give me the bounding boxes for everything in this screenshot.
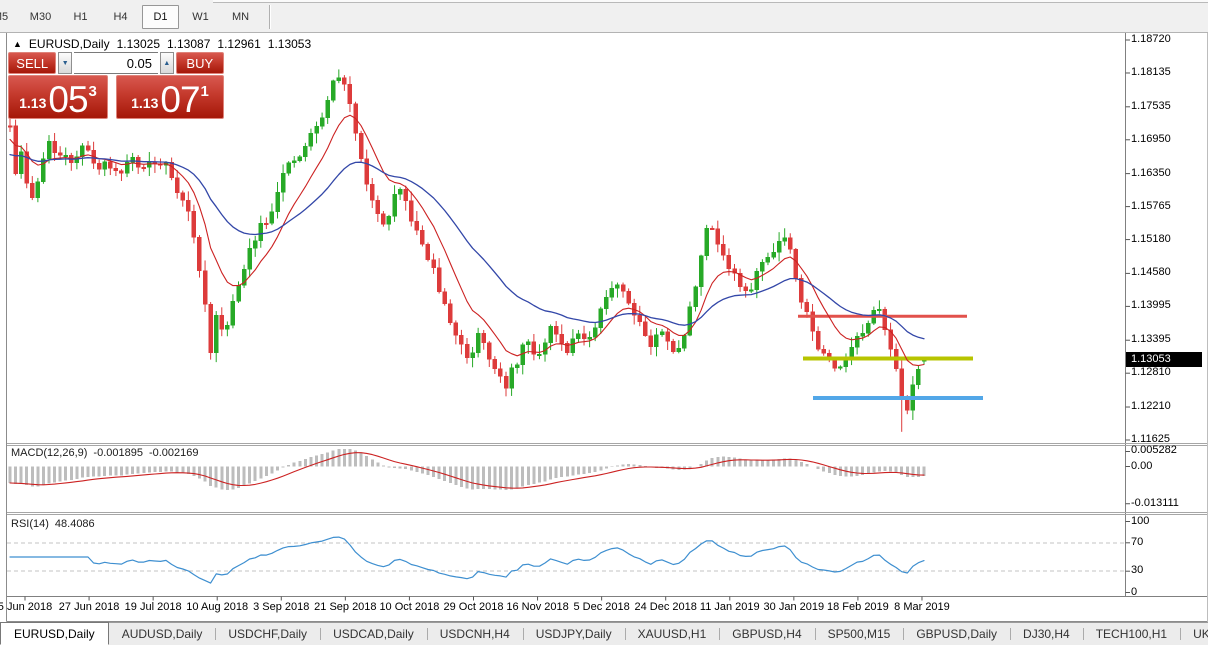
timeframe-button-w1[interactable]: W1 [182, 5, 219, 29]
macd-label: MACD(12,26,9) -0.001895 -0.002169 [11, 447, 199, 459]
date-axis-label: 18 Feb 2019 [827, 601, 889, 613]
date-axis-label: 30 Jan 2019 [764, 601, 825, 613]
price-axis-label: 1.15765 [1131, 200, 1171, 212]
chart-tab-eurusd-daily[interactable]: EURUSD,Daily [0, 622, 109, 645]
title-high: 1.13087 [167, 37, 210, 51]
price-axis-label: 1.15180 [1131, 233, 1171, 245]
date-axis-label: 8 Mar 2019 [894, 601, 950, 613]
price-axis-label: 1.18135 [1131, 66, 1171, 78]
macd-scale-label: 0.00 [1131, 460, 1152, 472]
title-symbol: EURUSD,Daily [29, 37, 110, 51]
chart-tab-usdcad-daily[interactable]: USDCAD,Daily [320, 623, 427, 645]
chart-tab-usdchf-daily[interactable]: USDCHF,Daily [215, 623, 320, 645]
window-collapse-icon[interactable]: ▲ [13, 39, 22, 49]
timeframe-toolbar: M5M30H1H4D1W1MN [0, 0, 1208, 33]
chart-tab-bar: EURUSD,DailyAUDUSD,DailyUSDCHF,DailyUSDC… [0, 622, 1208, 645]
buy-price-sup: 1 [201, 83, 209, 100]
chart-tabs: EURUSD,DailyAUDUSD,DailyUSDCHF,DailyUSDC… [0, 623, 1208, 645]
lot-size-input[interactable] [74, 52, 158, 74]
price-axis-label: 1.14580 [1131, 266, 1171, 278]
mt4-terminal: M5M30H1H4D1W1MN ▲ EURUSD,Daily 1.13025 1… [0, 0, 1208, 645]
date-axis-label: 10 Aug 2018 [186, 601, 248, 613]
lot-increase-button[interactable]: ▲ [160, 52, 174, 74]
date-axis-label: 27 Jun 2018 [59, 601, 120, 613]
chart-tab-usdjpy-daily[interactable]: USDJPY,Daily [523, 623, 625, 645]
buy-price-main: 1.13 [131, 96, 158, 115]
chart-tab-gbpusd-daily[interactable]: GBPUSD,Daily [903, 623, 1010, 645]
chart-tab-gbpusd-h4[interactable]: GBPUSD,H4 [719, 623, 814, 645]
macd-scale-label: -0.013111 [1131, 497, 1179, 509]
date-axis-label: 11 Jan 2019 [700, 601, 760, 613]
timeframe-button-h1[interactable]: H1 [62, 5, 99, 29]
chart-tab-usdcnh-h4[interactable]: USDCNH,H4 [427, 623, 523, 645]
sell-price-sup: 3 [89, 83, 97, 100]
toolbar-separator [269, 5, 270, 29]
rsi-label: RSI(14) 48.4086 [11, 518, 95, 530]
timeframe-button-mn[interactable]: MN [222, 5, 259, 29]
chart-tab-sp500-m15[interactable]: SP500,M15 [815, 623, 904, 645]
date-axis-label: 10 Oct 2018 [379, 601, 439, 613]
price-axis-label: 1.16950 [1131, 133, 1171, 145]
current-price-tag: 1.13053 [1126, 352, 1202, 367]
timeframe-button-m5[interactable]: M5 [0, 5, 19, 29]
date-axis-label: 5 Jun 2018 [0, 601, 52, 613]
timeframe-button-d1[interactable]: D1 [142, 5, 179, 29]
macd-scale-label: 0.005282 [1131, 444, 1177, 456]
sell-price-button[interactable]: 1.13 05 3 [8, 75, 108, 119]
price-axis-label: 1.13995 [1131, 299, 1171, 311]
title-close: 1.13053 [268, 37, 311, 51]
sell-price-big: 05 [48, 85, 87, 115]
one-click-trading-panel: SELL ▼ ▲ BUY 1.13 05 3 1.13 07 1 [8, 52, 224, 119]
title-low: 1.12961 [217, 37, 260, 51]
sell-price-main: 1.13 [19, 96, 46, 115]
chart-window-title: ▲ EURUSD,Daily 1.13025 1.13087 1.12961 1… [13, 37, 311, 51]
chart-tab-tech100-h1[interactable]: TECH100,H1 [1083, 623, 1180, 645]
buy-button[interactable]: BUY [176, 52, 224, 74]
rsi-scale-label: 30 [1131, 564, 1143, 576]
date-axis-label: 29 Oct 2018 [444, 601, 504, 613]
title-open: 1.13025 [117, 37, 160, 51]
price-axis-label: 1.12810 [1131, 366, 1171, 378]
timeframe-button-m30[interactable]: M30 [22, 5, 59, 29]
timeframe-button-h4[interactable]: H4 [102, 5, 139, 29]
rsi-scale-label: 100 [1131, 515, 1149, 527]
price-axis-label: 1.11625 [1131, 433, 1170, 445]
rsi-scale-label: 0 [1131, 586, 1137, 598]
date-axis-label: 5 Dec 2018 [573, 601, 629, 613]
price-axis-label: 1.12210 [1131, 400, 1171, 412]
date-axis-label: 16 Nov 2018 [506, 601, 568, 613]
price-axis-label: 1.16350 [1131, 167, 1171, 179]
price-axis-label: 1.17535 [1131, 100, 1171, 112]
date-axis-label: 19 Jul 2018 [125, 601, 182, 613]
timeframe-buttons: M5M30H1H4D1W1MN [0, 5, 277, 29]
rsi-scale-label: 70 [1131, 536, 1143, 548]
chart-frames [7, 33, 1208, 622]
date-axis-label: 24 Dec 2018 [634, 601, 696, 613]
chart-tab-dj30-h4[interactable]: DJ30,H4 [1010, 623, 1083, 645]
chart-tab-audusd-daily[interactable]: AUDUSD,Daily [109, 623, 216, 645]
chart-tab-xauusd-h1[interactable]: XAUUSD,H1 [625, 623, 720, 645]
macd-value-main: -0.001895 [93, 447, 143, 459]
price-axis-label: 1.18720 [1131, 33, 1171, 45]
macd-value-signal: -0.002169 [149, 447, 199, 459]
date-axis-label: 3 Sep 2018 [253, 601, 309, 613]
lot-decrease-button[interactable]: ▼ [58, 52, 72, 74]
buy-price-button[interactable]: 1.13 07 1 [116, 75, 224, 119]
price-axis-label: 1.13395 [1131, 333, 1171, 345]
toolbar-row-fragment [213, 0, 1208, 3]
rsi-name: RSI(14) [11, 518, 49, 530]
chart-tab-ukc[interactable]: UKC [1180, 623, 1208, 645]
buy-price-big: 07 [160, 85, 199, 115]
macd-name: MACD(12,26,9) [11, 447, 87, 459]
sell-button[interactable]: SELL [8, 52, 56, 74]
rsi-value: 48.4086 [55, 518, 95, 530]
date-axis-label: 21 Sep 2018 [314, 601, 376, 613]
